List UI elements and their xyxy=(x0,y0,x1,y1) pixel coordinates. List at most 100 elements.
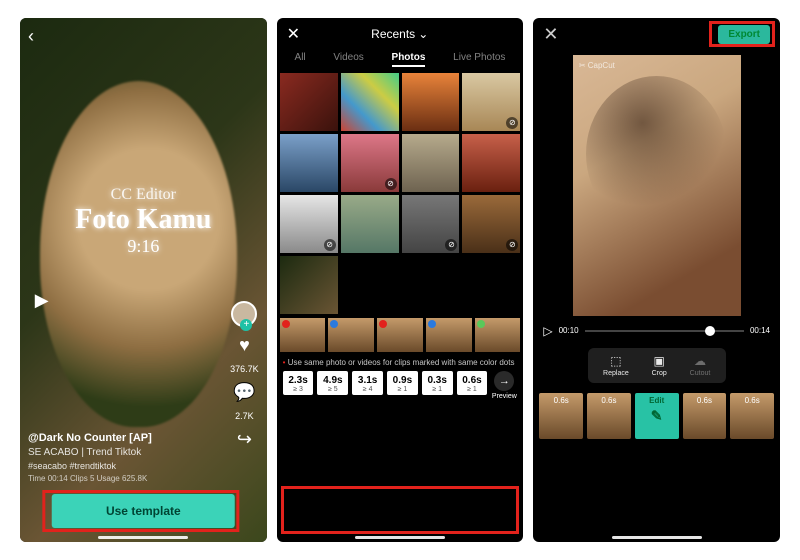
tool-label: Crop xyxy=(652,370,667,377)
author-avatar[interactable] xyxy=(231,301,257,327)
clip-duration-row: 2.3s≥ 34.9s≥ 53.1s≥ 40.9s≥ 10.3s≥ 10.6s≥… xyxy=(277,371,524,404)
media-tab-all[interactable]: All xyxy=(295,52,306,67)
color-dot-icon xyxy=(428,320,436,328)
play-icon[interactable]: ▶ xyxy=(35,290,49,311)
cutout-icon: ☁ xyxy=(694,354,706,368)
time-end: 00:14 xyxy=(750,326,770,335)
canvas-subject xyxy=(586,76,727,233)
clip-duration-chip[interactable]: 3.1s≥ 4 xyxy=(352,371,383,395)
selected-clip-slot[interactable] xyxy=(280,318,326,352)
time-current: 00:10 xyxy=(559,326,579,335)
like-count: 376.7K xyxy=(230,364,259,374)
album-title: Recents xyxy=(371,27,415,41)
selected-clip-slot[interactable] xyxy=(328,318,374,352)
use-template-label: Use template xyxy=(106,504,181,518)
selected-clips-strip xyxy=(277,314,524,352)
tool-replace[interactable]: ⬚ Replace xyxy=(603,354,629,377)
tool-label: Cutout xyxy=(690,370,711,377)
media-thumbnail[interactable]: ⊘ xyxy=(402,195,460,253)
color-dot-hint: Use same photo or videos for clips marke… xyxy=(277,352,524,371)
template-subtitle: SE ACABO | Trend Tiktok xyxy=(28,446,259,460)
clip-strip: 0.6s0.6sEdit0.6s0.6s xyxy=(533,389,780,439)
clip-duration-chip[interactable]: 0.6s≥ 1 xyxy=(457,371,488,395)
live-photo-badge-icon: ⊘ xyxy=(445,239,457,251)
media-tab-photos[interactable]: Photos xyxy=(392,52,426,67)
overlay-line-2: Foto Kamu xyxy=(20,204,267,236)
media-thumbnail[interactable] xyxy=(341,195,399,253)
media-type-tabs: All Videos Photos Live Photos xyxy=(277,44,524,73)
clip-duration-chip[interactable]: 0.9s≥ 1 xyxy=(387,371,418,395)
media-thumbnail[interactable]: ⊘ xyxy=(462,73,520,131)
template-detail-screen: ‹ CC Editor Foto Kamu 9:16 ▶ ♥ 376.7K 💬 … xyxy=(20,18,267,542)
clip-item[interactable]: 0.6s xyxy=(587,393,631,439)
media-thumbnail[interactable]: ⊘ xyxy=(462,195,520,253)
selected-clip-slot[interactable] xyxy=(475,318,521,352)
engagement-rail: ♥ 376.7K 💬 2.7K ↪ xyxy=(230,301,259,450)
tool-label: Replace xyxy=(603,370,629,377)
export-button[interactable]: Export xyxy=(718,25,770,44)
preview-label: Preview xyxy=(492,393,517,400)
home-indicator xyxy=(612,536,702,539)
album-dropdown[interactable]: Recents ⌄ xyxy=(371,27,428,41)
preview-button[interactable]: → Preview xyxy=(491,371,517,400)
clip-selected[interactable]: Edit xyxy=(635,393,679,439)
clip-duration-chip[interactable]: 0.3s≥ 1 xyxy=(422,371,453,395)
selected-clip-slot[interactable] xyxy=(377,318,423,352)
close-icon[interactable]: ✕ xyxy=(287,24,300,44)
media-picker-screen: ✕ Recents ⌄ All Videos Photos Live Photos ⊘… xyxy=(277,18,524,542)
color-dot-icon xyxy=(282,320,290,328)
media-thumbnail[interactable] xyxy=(280,134,338,192)
overlay-line-3: 9:16 xyxy=(20,236,267,257)
template-caption-overlay: CC Editor Foto Kamu 9:16 xyxy=(20,186,267,257)
watermark: ✂ CapCut xyxy=(579,61,615,70)
like-icon[interactable]: ♥ xyxy=(239,335,250,356)
live-photo-badge-icon: ⊘ xyxy=(324,239,336,251)
tool-crop[interactable]: ▣Crop xyxy=(652,354,667,377)
color-dot-icon xyxy=(379,320,387,328)
media-thumbnail[interactable] xyxy=(280,256,338,314)
overlay-line-1: CC Editor xyxy=(20,186,267,204)
media-thumbnail[interactable] xyxy=(341,73,399,131)
template-stats: Time 00:14 Clips 5 Usage 625.8K xyxy=(28,473,259,484)
media-tab-live-photos[interactable]: Live Photos xyxy=(453,52,505,67)
timeline-track[interactable] xyxy=(585,330,744,332)
home-indicator xyxy=(98,536,188,539)
media-tab-videos[interactable]: Videos xyxy=(333,52,363,67)
use-template-button[interactable]: Use template xyxy=(52,494,235,528)
editor-screen: ✕ Export ✂ CapCut ▷ 00:10 00:14 ⬚ Replace… xyxy=(533,18,780,542)
media-thumbnail[interactable] xyxy=(280,73,338,131)
clip-item[interactable]: 0.6s xyxy=(539,393,583,439)
media-thumbnail[interactable]: ⊘ xyxy=(341,134,399,192)
live-photo-badge-icon: ⊘ xyxy=(506,117,518,129)
play-icon[interactable]: ▷ xyxy=(543,324,552,338)
color-dot-icon xyxy=(330,320,338,328)
clip-item[interactable]: 0.6s xyxy=(683,393,727,439)
comment-count: 2.7K xyxy=(235,411,254,421)
home-indicator xyxy=(355,536,445,539)
media-thumbnail[interactable]: ⊘ xyxy=(280,195,338,253)
timeline-playhead[interactable] xyxy=(705,326,715,336)
comment-icon[interactable]: 💬 xyxy=(233,382,255,403)
media-thumbnail[interactable] xyxy=(402,73,460,131)
timeline: ▷ 00:10 00:14 xyxy=(533,316,780,342)
callout-durations xyxy=(281,486,520,534)
live-photo-badge-icon: ⊘ xyxy=(385,178,397,190)
clip-duration-chip[interactable]: 4.9s≥ 5 xyxy=(317,371,348,395)
color-dot-icon xyxy=(477,320,485,328)
clip-item[interactable]: 0.6s xyxy=(730,393,774,439)
template-title: @Dark No Counter [AP] xyxy=(28,431,259,446)
clip-duration-chip[interactable]: 2.3s≥ 3 xyxy=(283,371,314,395)
media-thumbnail[interactable] xyxy=(462,134,520,192)
clip-tool-bar: ⬚ Replace ▣Crop ☁ Cutout xyxy=(588,348,726,383)
export-label: Export xyxy=(728,29,760,40)
template-metadata: @Dark No Counter [AP] SE ACABO | Trend T… xyxy=(28,431,259,484)
replace-icon: ⬚ xyxy=(610,354,621,368)
selected-clip-slot[interactable] xyxy=(426,318,472,352)
live-photo-badge-icon: ⊘ xyxy=(506,239,518,251)
media-thumbnail[interactable] xyxy=(402,134,460,192)
back-icon[interactable]: ‹ xyxy=(28,26,34,47)
close-icon[interactable]: ✕ xyxy=(543,24,558,45)
arrow-right-icon: → xyxy=(494,371,514,391)
template-hashtags: #seacabo #trendtiktok xyxy=(28,460,259,473)
editor-canvas[interactable]: ✂ CapCut xyxy=(573,55,741,316)
